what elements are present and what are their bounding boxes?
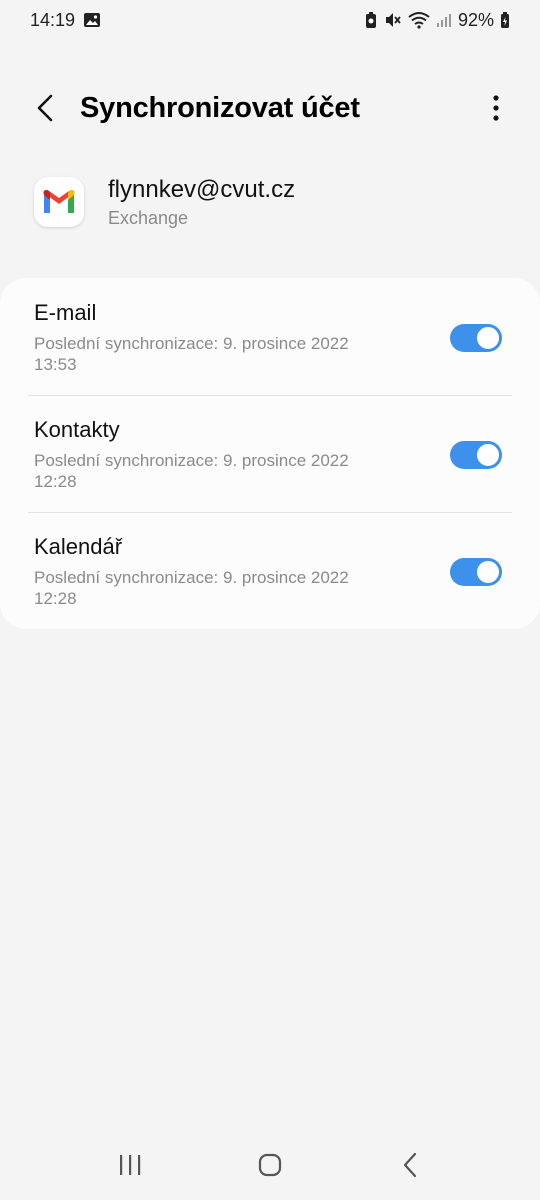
app-bar: Synchronizovat účet <box>0 78 540 138</box>
sync-item-email[interactable]: E-mail Poslední synchronizace: 9. prosin… <box>0 278 540 395</box>
gmail-icon <box>34 177 84 227</box>
toggle-knob <box>475 558 501 585</box>
sync-item-calendar[interactable]: Kalendář Poslední synchronizace: 9. pros… <box>0 512 540 629</box>
sync-item-title: Kontakty <box>34 417 120 442</box>
wifi-icon <box>408 11 430 29</box>
sync-toggle-contacts[interactable] <box>450 440 502 469</box>
back-arrow-icon <box>403 1152 417 1178</box>
account-email: flynnkev@cvut.cz <box>108 175 296 203</box>
home-icon <box>258 1153 282 1177</box>
back-button[interactable] <box>22 84 70 132</box>
sync-item-title: E-mail <box>34 300 97 325</box>
sync-item-title: Kalendář <box>34 534 123 559</box>
mute-icon <box>384 11 402 29</box>
toggle-knob <box>475 441 501 468</box>
battery-icon <box>500 11 510 29</box>
navigation-bar <box>0 1130 540 1200</box>
sync-item-subtitle: Poslední synchronizace: 9. prosince 2022… <box>34 568 349 608</box>
account-type: Exchange <box>108 207 189 228</box>
sync-toggle-email[interactable] <box>450 323 502 352</box>
status-time: 14:19 <box>30 9 76 30</box>
toggle-knob <box>475 324 501 351</box>
more-vertical-icon <box>493 95 499 121</box>
battery-saver-icon <box>364 11 378 29</box>
sync-toggle-calendar[interactable] <box>450 557 502 586</box>
page-title: Synchronizovat účet <box>80 91 360 124</box>
signal-icon <box>436 12 452 28</box>
recent-apps-button[interactable] <box>90 1140 170 1190</box>
battery-percent: 92% <box>457 9 494 30</box>
chevron-left-icon <box>37 94 53 122</box>
more-options-button[interactable] <box>474 84 518 132</box>
status-bar: 14:19 92% <box>0 0 540 40</box>
sync-item-subtitle: Poslední synchronizace: 9. prosince 2022… <box>34 451 349 491</box>
sync-item-contacts[interactable]: Kontakty Poslední synchronizace: 9. pros… <box>0 395 540 512</box>
account-header: flynnkev@cvut.cz Exchange <box>34 172 510 232</box>
gallery-notification-icon <box>83 12 101 28</box>
recent-apps-icon <box>120 1155 141 1175</box>
nav-back-button[interactable] <box>370 1140 450 1190</box>
sync-item-subtitle: Poslední synchronizace: 9. prosince 2022… <box>34 334 349 374</box>
home-button[interactable] <box>230 1140 310 1190</box>
sync-items-card: E-mail Poslední synchronizace: 9. prosin… <box>0 278 540 629</box>
